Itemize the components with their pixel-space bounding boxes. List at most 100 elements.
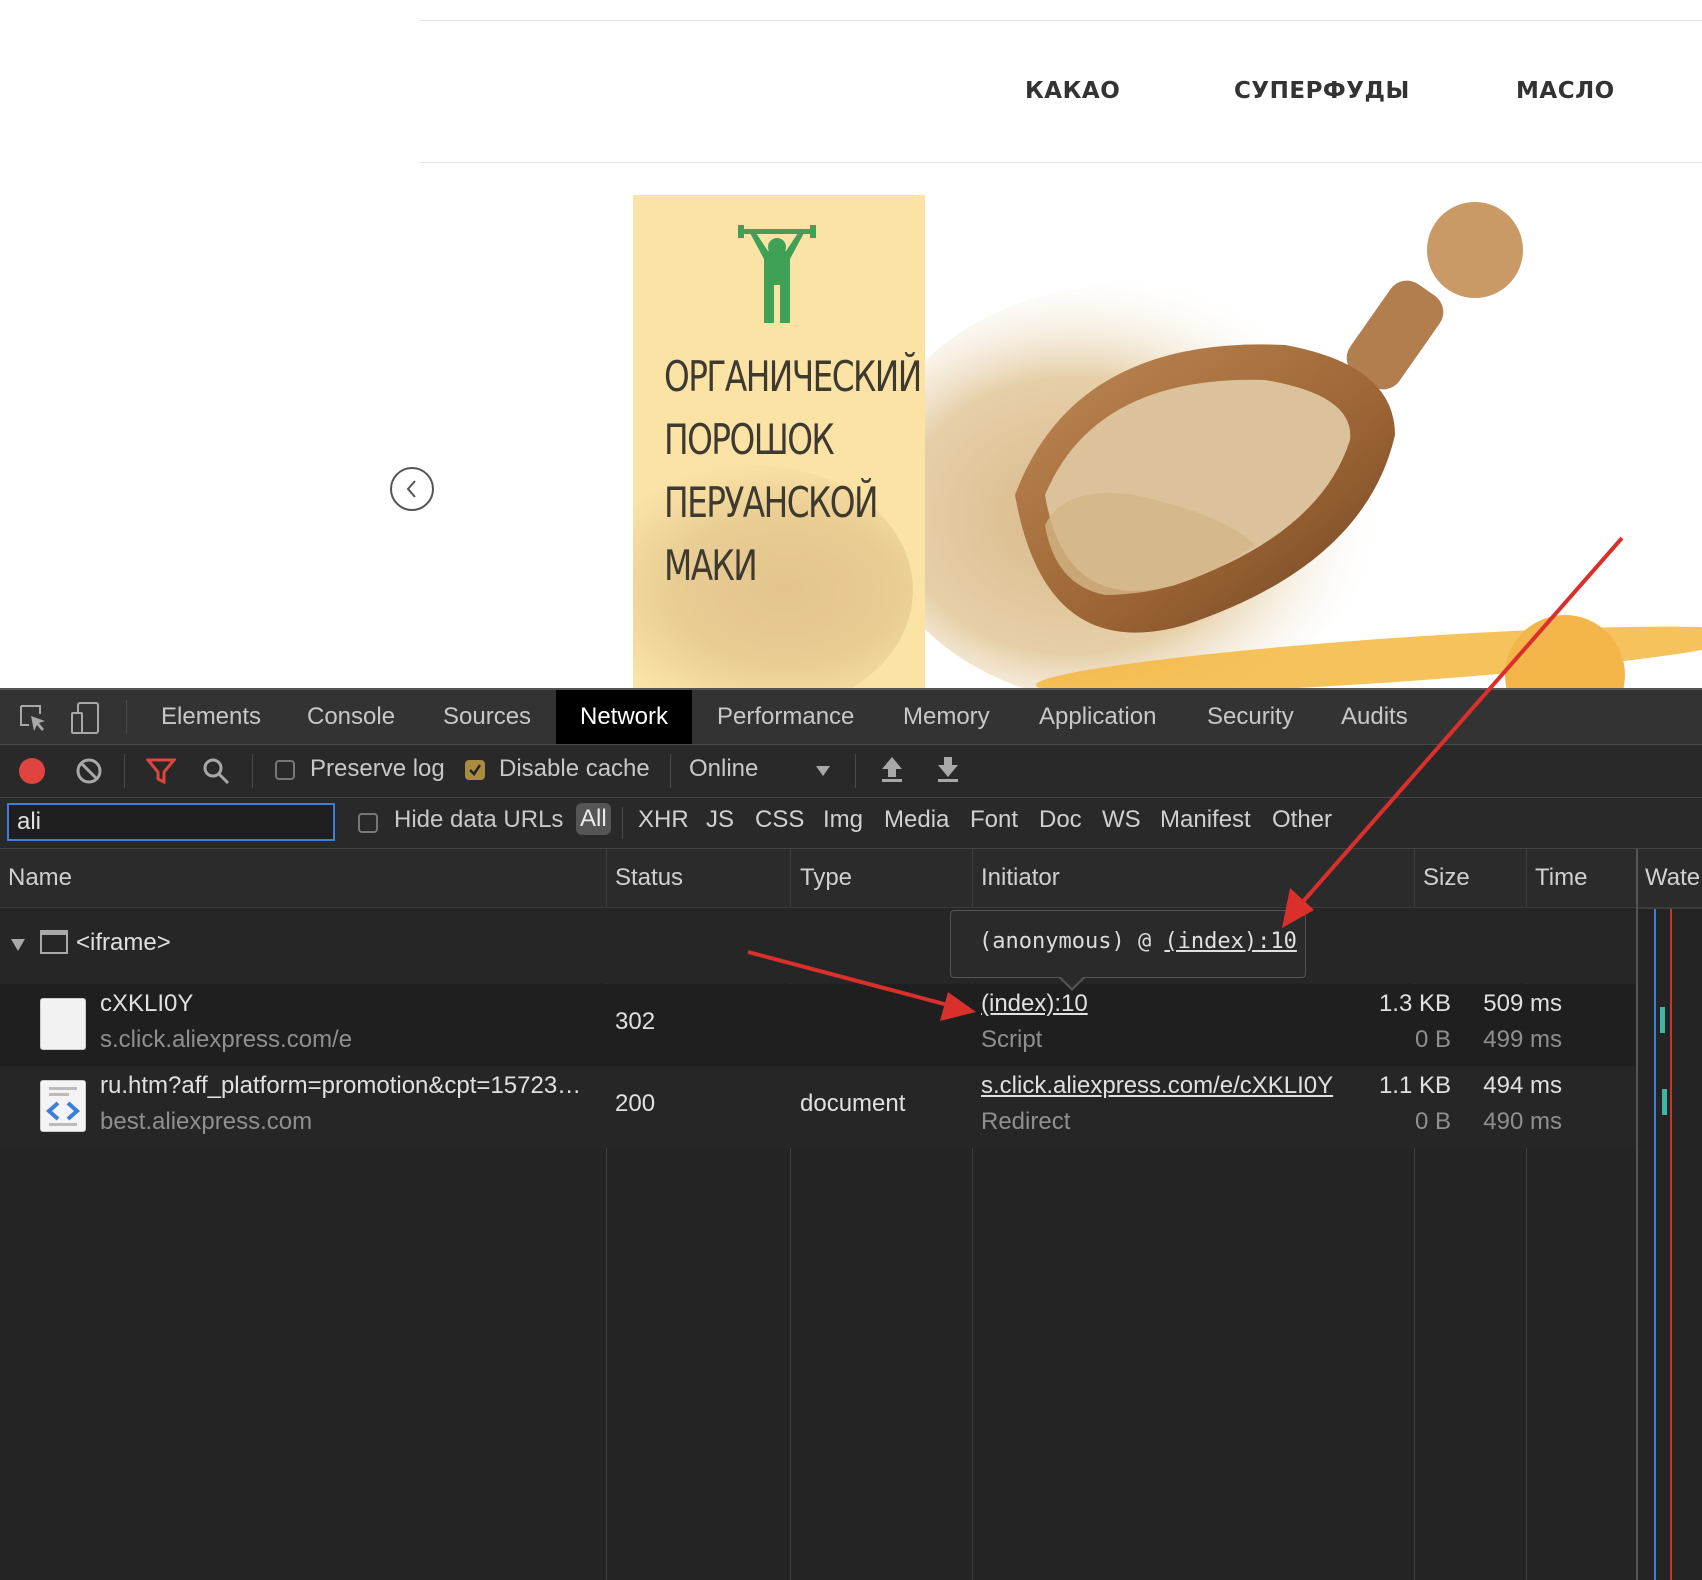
tab-elements[interactable]: Elements — [137, 690, 285, 744]
type-filter-xhr[interactable]: XHR — [638, 806, 689, 834]
disable-cache-checkbox[interactable] — [465, 760, 485, 780]
column-header-size[interactable]: Size — [1423, 864, 1470, 892]
request-status: 302 — [615, 1008, 656, 1035]
column-header-time[interactable]: Time — [1535, 864, 1587, 892]
hero-title: ОРГАНИЧЕСКИЙ ПОРОШОК ПЕРУАНСКОЙ МАКИ — [664, 345, 922, 597]
dom-content-loaded-line — [1654, 909, 1656, 1580]
type-filter-media[interactable]: Media — [884, 806, 949, 834]
waterfall-bar — [1660, 1007, 1665, 1033]
hide-data-urls-checkbox[interactable] — [358, 813, 378, 833]
hero-title-line: МАКИ — [664, 541, 758, 590]
document-icon — [40, 1080, 86, 1132]
column-header-waterfall[interactable]: Wate — [1645, 864, 1700, 892]
checkmark-icon — [469, 764, 482, 776]
tooltip-pointer-fill — [1060, 976, 1084, 988]
devtools-panel: Elements Console Sources Network Perform… — [0, 688, 1702, 1580]
separator — [252, 754, 253, 788]
separator — [622, 807, 623, 839]
tab-application[interactable]: Application — [1015, 690, 1180, 744]
nav-item-superfoods[interactable]: СУПЕРФУДЫ — [1234, 78, 1410, 104]
tooltip-function-label: (anonymous) @ — [979, 929, 1165, 954]
frame-group-row[interactable]: <iframe> — [0, 908, 1635, 983]
hero-title-line: ОРГАНИЧЕСКИЙ — [664, 352, 922, 401]
athlete-icon — [738, 225, 816, 323]
column-header-type[interactable]: Type — [800, 864, 852, 892]
request-resource-size: 0 B — [1414, 1026, 1451, 1053]
network-toolbar: Preserve log Disable cache Online — [0, 745, 1702, 798]
request-latency: 499 ms — [1483, 1026, 1562, 1053]
clear-icon[interactable] — [75, 757, 103, 785]
filter-input[interactable] — [7, 803, 335, 841]
request-time: 509 ms — [1483, 990, 1562, 1017]
request-size: 1.3 KB — [1378, 990, 1451, 1017]
type-filter-all[interactable]: All — [576, 803, 611, 835]
preserve-log-checkbox[interactable] — [275, 760, 295, 780]
request-domain: s.click.aliexpress.com/e — [100, 1026, 353, 1053]
record-icon[interactable] — [18, 757, 46, 785]
search-icon[interactable] — [202, 757, 230, 785]
request-name: ru.htm?aff_platform=promotion&cpt=15723… — [100, 1072, 582, 1099]
type-filter-manifest[interactable]: Manifest — [1160, 806, 1251, 834]
separator — [124, 754, 125, 788]
hero-product-image — [925, 202, 1702, 690]
document-icon — [40, 998, 86, 1050]
type-filter-js[interactable]: JS — [706, 806, 734, 834]
column-header-status[interactable]: Status — [615, 864, 683, 892]
slider-prev-icon — [406, 480, 416, 498]
separator — [855, 754, 856, 788]
table-row[interactable]: cXKLI0Y s.click.aliexpress.com/e 302 (in… — [0, 984, 1635, 1066]
inspect-element-icon[interactable] — [18, 703, 48, 733]
type-filter-css[interactable]: CSS — [755, 806, 804, 834]
separator — [126, 700, 127, 734]
tab-network[interactable]: Network — [556, 690, 693, 744]
nav-item-cocoa[interactable]: КАКАО — [1025, 78, 1120, 104]
waterfall-bar — [1662, 1089, 1667, 1115]
tab-sources[interactable]: Sources — [419, 690, 555, 744]
tab-audits[interactable]: Audits — [1317, 690, 1432, 744]
table-row[interactable]: ru.htm?aff_platform=promotion&cpt=15723…… — [0, 1066, 1635, 1148]
frame-group-label: <iframe> — [76, 929, 171, 956]
type-filter-other[interactable]: Other — [1272, 806, 1332, 834]
tab-console[interactable]: Console — [283, 690, 419, 744]
tab-performance[interactable]: Performance — [693, 690, 878, 744]
tooltip-source-link[interactable]: (index):10 — [1164, 929, 1296, 954]
code-brackets-icon — [45, 1087, 81, 1126]
dropdown-arrow-icon[interactable] — [815, 765, 831, 777]
nav-item-oil[interactable]: МАСЛО — [1516, 78, 1615, 104]
initiator-type: Script — [981, 1026, 1043, 1053]
initiator-link[interactable]: s.click.aliexpress.com/e/cXKLI0Y — [981, 1072, 1333, 1100]
type-filter-ws[interactable]: WS — [1102, 806, 1141, 834]
waterfall-area — [1636, 909, 1702, 1580]
separator — [670, 754, 671, 788]
request-status: 200 — [615, 1090, 656, 1117]
request-time: 494 ms — [1483, 1072, 1562, 1099]
request-latency: 490 ms — [1483, 1108, 1562, 1135]
filter-icon[interactable] — [146, 757, 176, 785]
column-header-name[interactable]: Name — [8, 864, 72, 892]
request-size: 1.1 KB — [1378, 1072, 1451, 1099]
column-header-initiator[interactable]: Initiator — [981, 864, 1060, 892]
tab-security[interactable]: Security — [1183, 690, 1318, 744]
tab-memory[interactable]: Memory — [879, 690, 1014, 744]
devtools-tab-bar: Elements Console Sources Network Perform… — [0, 690, 1702, 745]
export-har-icon[interactable] — [936, 755, 960, 783]
request-resource-size: 0 B — [1414, 1108, 1451, 1135]
device-toolbar-icon[interactable] — [70, 701, 102, 735]
slider-prev-button[interactable] — [390, 467, 434, 511]
request-domain: best.aliexpress.com — [100, 1108, 313, 1135]
type-filter-img[interactable]: Img — [823, 806, 863, 834]
initiator-tooltip: (anonymous) @ (index):10 — [950, 910, 1306, 978]
throttling-select[interactable]: Online — [689, 755, 758, 783]
table-header: Name Status Type Initiator Size Time Wat… — [0, 849, 1702, 909]
initiator-link[interactable]: (index):10 — [981, 990, 1088, 1018]
website-viewport: КАКАО СУПЕРФУДЫ МАСЛО ОРГАНИЧЕСКИЙ ПОРОШ… — [0, 0, 1702, 690]
import-har-icon[interactable] — [880, 755, 904, 783]
type-filter-doc[interactable]: Doc — [1039, 806, 1082, 834]
request-type: document — [800, 1090, 906, 1117]
type-filter-font[interactable]: Font — [970, 806, 1018, 834]
request-name: cXKLI0Y — [100, 990, 194, 1017]
expand-triangle-icon[interactable] — [10, 938, 26, 952]
header-divider-bottom — [420, 162, 1702, 163]
filter-bar: Hide data URLs All XHR JS CSS Img Media … — [0, 798, 1702, 849]
initiator-type: Redirect — [981, 1108, 1071, 1135]
